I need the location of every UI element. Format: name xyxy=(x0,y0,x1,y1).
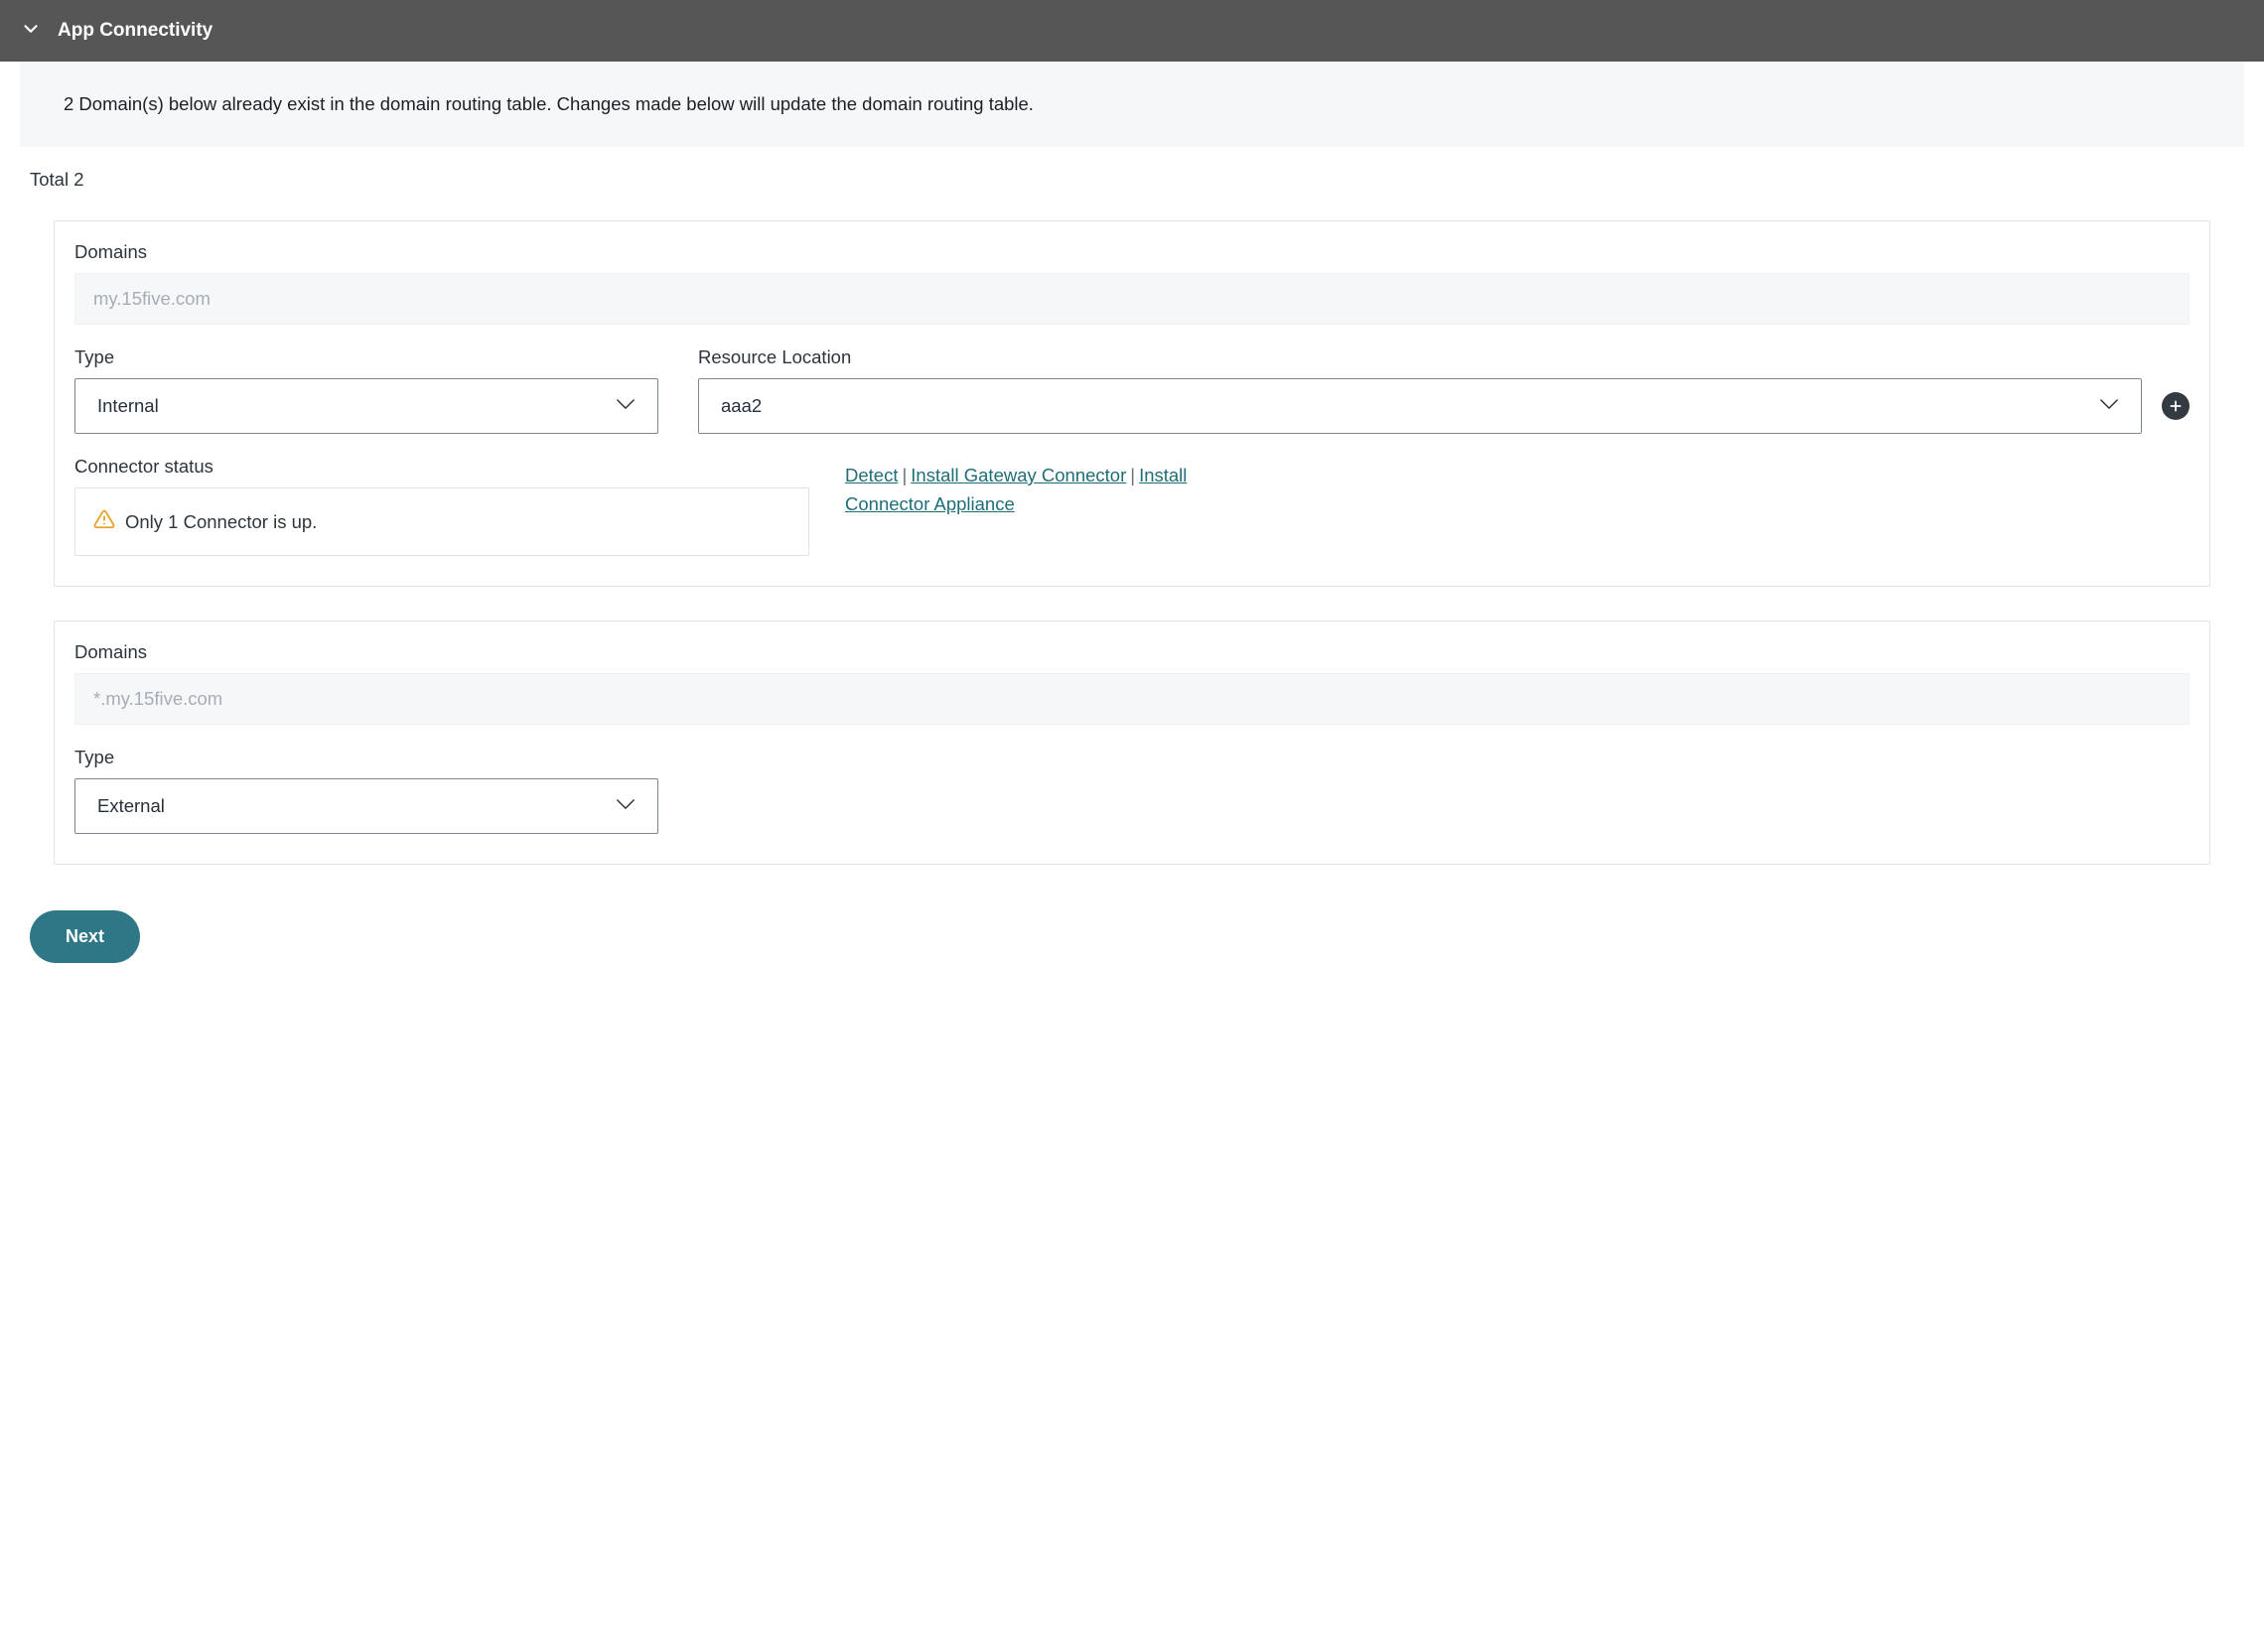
domains-label: Domains xyxy=(74,641,2190,663)
connector-status-box: Only 1 Connector is up. xyxy=(74,487,809,556)
warning-icon xyxy=(93,508,115,535)
chevron-down-icon xyxy=(612,390,639,423)
detect-link[interactable]: Detect xyxy=(845,465,898,485)
type-label: Type xyxy=(74,346,658,368)
resource-location-label: Resource Location xyxy=(698,346,2190,368)
type-select-value: Internal xyxy=(97,395,159,417)
next-button[interactable]: Next xyxy=(30,910,140,963)
chevron-down-icon xyxy=(20,18,42,45)
add-resource-location-button[interactable] xyxy=(2162,392,2190,420)
connector-status-text: Only 1 Connector is up. xyxy=(125,511,317,533)
domain-card: Domains my.15five.com Type Internal Reso… xyxy=(54,220,2210,587)
domain-readonly-field: *.my.15five.com xyxy=(74,673,2190,725)
type-select[interactable]: External xyxy=(74,778,658,834)
type-select[interactable]: Internal xyxy=(74,378,658,434)
info-banner: 2 Domain(s) below already exist in the d… xyxy=(20,62,2244,147)
section-title: App Connectivity xyxy=(58,20,212,42)
chevron-down-icon xyxy=(2095,390,2123,423)
install-gateway-connector-link[interactable]: Install Gateway Connector xyxy=(911,465,1126,485)
connector-status-label: Connector status xyxy=(74,456,809,478)
type-select-value: External xyxy=(97,795,165,817)
domain-card: Domains *.my.15five.com Type External xyxy=(54,620,2210,865)
resource-location-select[interactable]: aaa2 xyxy=(698,378,2142,434)
total-count: Total 2 xyxy=(30,169,2234,191)
domain-readonly-field: my.15five.com xyxy=(74,273,2190,325)
chevron-down-icon xyxy=(612,790,639,823)
section-header[interactable]: App Connectivity xyxy=(0,0,2264,62)
type-label: Type xyxy=(74,747,658,768)
resource-location-value: aaa2 xyxy=(721,395,762,417)
domains-label: Domains xyxy=(74,241,2190,263)
connector-links: Detect|Install Gateway Connector|Install… xyxy=(845,456,1212,518)
info-banner-text: 2 Domain(s) below already exist in the d… xyxy=(64,93,1034,114)
